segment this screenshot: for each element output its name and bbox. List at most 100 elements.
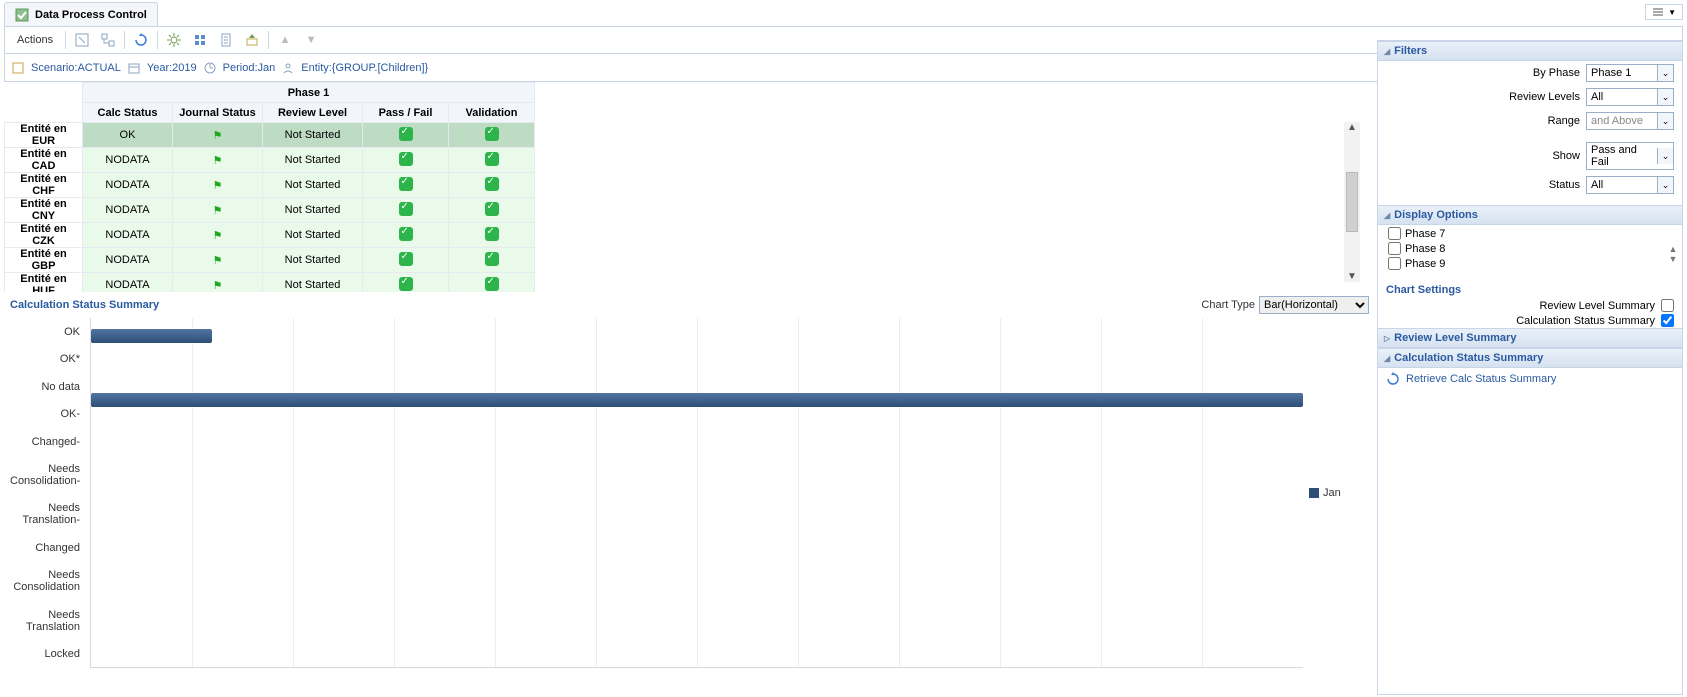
vertical-scrollbar[interactable]: ▲ ▼	[1344, 122, 1360, 282]
tree-icon[interactable]	[98, 30, 118, 50]
validation-cell	[449, 198, 535, 223]
separator	[124, 31, 125, 49]
chevron-down-icon: ⌄	[1657, 113, 1673, 129]
chart-category-label: OK*	[10, 353, 80, 365]
col-review-level[interactable]: Review Level	[263, 103, 363, 123]
chevron-down-icon[interactable]: ▼	[301, 30, 321, 50]
review-level-cell: Not Started	[263, 148, 363, 173]
chart-category-label: Needs Consolidation-	[10, 463, 80, 487]
chart-area: OKOK*No dataOK-Changed-Needs Consolidati…	[4, 318, 1375, 668]
table-row[interactable]: Entité en EUROK⚑Not Started	[5, 123, 535, 148]
scroll-down-icon[interactable]: ▼	[1664, 254, 1682, 264]
scroll-up-icon[interactable]: ▲	[1347, 122, 1357, 133]
refresh-icon[interactable]	[131, 30, 151, 50]
pass-fail-cell	[363, 198, 449, 223]
entity-cell: Entité en HUF	[5, 273, 83, 293]
table-row[interactable]: Entité en CNYNODATA⚑Not Started	[5, 198, 535, 223]
gear-icon[interactable]	[164, 30, 184, 50]
validation-cell	[449, 173, 535, 198]
pov-scenario[interactable]: Scenario:ACTUAL	[31, 62, 121, 74]
journal-status-cell: ⚑	[173, 273, 263, 293]
review-levels-select[interactable]: All⌄	[1586, 88, 1674, 106]
chart-type-select[interactable]: Bar(Horizontal)	[1259, 296, 1369, 314]
check-icon	[399, 227, 413, 241]
calc-status-cell: NODATA	[83, 148, 173, 173]
scroll-down-icon[interactable]: ▼	[1347, 271, 1357, 282]
chart-category-label: Needs Translation-	[10, 502, 80, 526]
table-row[interactable]: Entité en GBPNODATA⚑Not Started	[5, 248, 535, 273]
retrieve-calc-status-link[interactable]: Retrieve Calc Status Summary	[1378, 368, 1682, 390]
phase-checkbox-item[interactable]: Phase 9	[1388, 257, 1654, 270]
validation-cell	[449, 223, 535, 248]
show-label: Show	[1488, 150, 1580, 162]
phase-checkbox[interactable]	[1388, 242, 1401, 255]
chart-category-label: Needs Consolidation	[10, 569, 80, 593]
calc-status-summary-title: Calculation Status Summary	[1394, 352, 1543, 364]
status-select[interactable]: All⌄	[1586, 176, 1674, 194]
separator	[157, 31, 158, 49]
calculate-icon[interactable]	[190, 30, 210, 50]
phase-checkbox-item[interactable]: Phase 7	[1388, 227, 1654, 240]
pass-fail-cell	[363, 173, 449, 198]
phase-checkbox[interactable]	[1388, 257, 1401, 270]
phase-checkbox-item[interactable]: Phase 8	[1388, 242, 1654, 255]
phase-checkbox-list[interactable]: Phase 7 Phase 8 Phase 9	[1386, 225, 1656, 279]
check-icon	[399, 177, 413, 191]
col-pass-fail[interactable]: Pass / Fail	[363, 103, 449, 123]
status-label: Status	[1488, 179, 1580, 191]
table-row[interactable]: Entité en HUFNODATA⚑Not Started	[5, 273, 535, 293]
by-phase-label: By Phase	[1488, 67, 1580, 79]
calc-summary-checkbox[interactable]	[1661, 314, 1674, 327]
window-tab[interactable]: Data Process Control	[4, 2, 158, 26]
chart-category-label: OK	[10, 326, 80, 338]
scroll-up-icon[interactable]: ▲	[1664, 244, 1682, 254]
chart-category-label: OK-	[10, 408, 80, 420]
display-options-header[interactable]: ◢ Display Options	[1378, 205, 1682, 225]
pov-period[interactable]: Period:Jan	[223, 62, 276, 74]
entity-cell: Entité en EUR	[5, 123, 83, 148]
calc-status-summary-header[interactable]: ◢ Calculation Status Summary	[1378, 348, 1682, 368]
validation-cell	[449, 148, 535, 173]
pov-entity[interactable]: Entity:{GROUP.[Children]}	[301, 62, 428, 74]
export-icon[interactable]	[242, 30, 262, 50]
review-level-cell: Not Started	[263, 273, 363, 293]
actions-menu-button[interactable]: Actions	[11, 34, 59, 46]
review-level-summary-header[interactable]: ▷ Review Level Summary	[1378, 328, 1682, 348]
check-icon	[485, 202, 499, 216]
menu-dropdown-button[interactable]: ▼	[1645, 4, 1683, 20]
chart-type-label: Chart Type	[1201, 299, 1255, 311]
review-level-cell: Not Started	[263, 123, 363, 148]
scroll-thumb[interactable]	[1346, 172, 1358, 232]
review-level-summary-title: Review Level Summary	[1394, 332, 1516, 344]
table-row[interactable]: Entité en CADNODATA⚑Not Started	[5, 148, 535, 173]
summary-header: Calculation Status Summary Chart Type Ba…	[4, 292, 1375, 318]
chart-plot	[90, 318, 1303, 668]
document-icon[interactable]	[216, 30, 236, 50]
pov-year[interactable]: Year:2019	[147, 62, 197, 74]
flag-icon: ⚑	[213, 230, 223, 242]
chevron-up-icon[interactable]: ▲	[275, 30, 295, 50]
calc-status-cell: NODATA	[83, 273, 173, 293]
filters-header[interactable]: ◢ Filters	[1378, 41, 1682, 61]
by-phase-select[interactable]: Phase 1⌄	[1586, 64, 1674, 82]
calc-status-cell: NODATA	[83, 223, 173, 248]
review-level-cell: Not Started	[263, 173, 363, 198]
show-select[interactable]: Pass and Fail⌄	[1586, 142, 1674, 170]
col-journal-status[interactable]: Journal Status	[173, 103, 263, 123]
phase-checkbox[interactable]	[1388, 227, 1401, 240]
grid-container: Phase 1 Calc Status Journal Status Revie…	[4, 82, 1375, 292]
range-select[interactable]: and Above⌄	[1586, 112, 1674, 130]
process-icon	[15, 8, 29, 22]
calc-status-cell: NODATA	[83, 198, 173, 223]
pass-fail-cell	[363, 248, 449, 273]
menu-icon	[1652, 7, 1664, 17]
refresh-icon	[1386, 372, 1400, 386]
table-row[interactable]: Entité en CHFNODATA⚑Not Started	[5, 173, 535, 198]
table-row[interactable]: Entité en CZKNODATA⚑Not Started	[5, 223, 535, 248]
data-grid: Phase 1 Calc Status Journal Status Revie…	[4, 82, 544, 292]
check-icon	[399, 127, 413, 141]
review-summary-checkbox[interactable]	[1661, 299, 1674, 312]
expand-icon[interactable]	[72, 30, 92, 50]
col-calc-status[interactable]: Calc Status	[83, 103, 173, 123]
col-validation[interactable]: Validation	[449, 103, 535, 123]
